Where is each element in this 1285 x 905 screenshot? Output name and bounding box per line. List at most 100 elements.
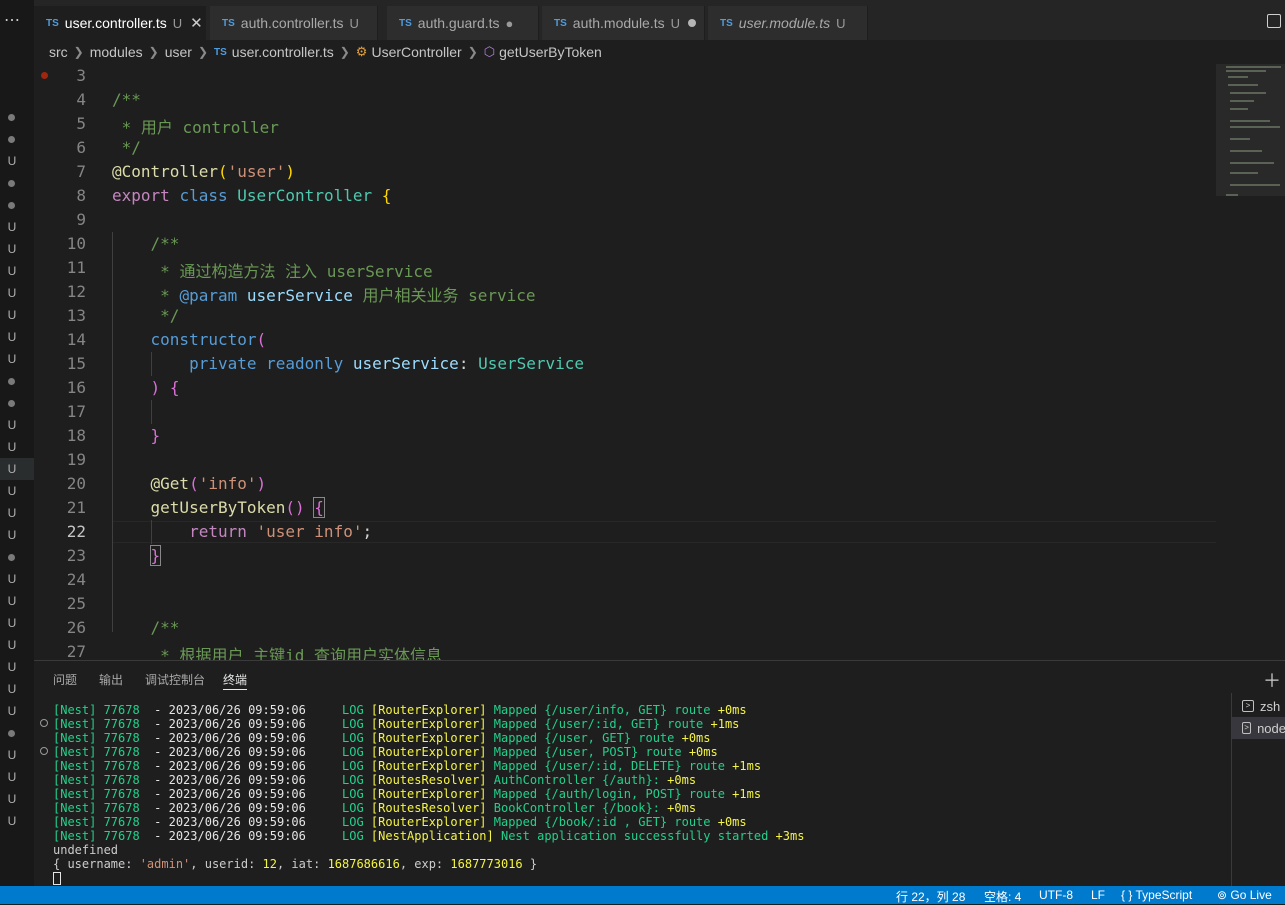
token: * 通过构造方法 注入 userService	[160, 262, 433, 281]
log-duration: +0ms	[667, 801, 697, 815]
untracked-mark[interactable]: U	[0, 506, 24, 520]
tab-user-controller[interactable]: TS user.controller.ts U ✕	[34, 6, 206, 40]
tab-debug-console[interactable]: 调试控制台	[145, 671, 205, 688]
token: userService	[246, 286, 353, 305]
log-message: Nest application successfully started	[500, 829, 769, 843]
typescript-icon: TS	[554, 17, 567, 29]
untracked-mark[interactable]: U	[0, 308, 24, 322]
cursor-position[interactable]: 行 22，列 28	[896, 888, 965, 905]
breadcrumb-item[interactable]: src	[49, 44, 68, 60]
log-pid: [Nest] 77678	[53, 801, 140, 815]
tab-output[interactable]: 输出	[99, 671, 123, 688]
code-editor[interactable]: 3 4 5 6 7 8 9 10 11 12 13 14 15 16 17 18…	[34, 64, 1216, 660]
untracked-mark[interactable]: U	[0, 616, 24, 630]
log-context: [RouterExplorer]	[370, 759, 487, 773]
untracked-mark[interactable]: U	[0, 242, 24, 256]
line-number-current: 22	[66, 522, 86, 541]
untracked-mark[interactable]: U	[0, 594, 24, 608]
untracked-mark[interactable]: U	[0, 682, 24, 696]
tab-auth-guard[interactable]: TS auth.guard.ts ●	[387, 6, 539, 40]
active-tab-indicator	[223, 689, 247, 690]
log-message: AuthController {/auth}:	[493, 773, 660, 787]
encoding[interactable]: UTF-8	[1039, 888, 1073, 902]
line-number: 6	[76, 138, 86, 157]
untracked-mark[interactable]: U	[0, 484, 24, 498]
end-of-line[interactable]: LF	[1091, 888, 1105, 902]
token: 用户相关业务 service	[362, 286, 536, 305]
tab-status: U	[836, 15, 846, 31]
go-live-button[interactable]: ⊚ Go Live	[1217, 888, 1272, 902]
log-timestamp: - 2023/06/26 09:59:06	[154, 717, 306, 731]
untracked-mark[interactable]: U	[0, 638, 24, 652]
split-editor-icon[interactable]	[1267, 14, 1281, 28]
breadcrumb-item[interactable]: getUserByToken	[499, 44, 602, 60]
untracked-mark[interactable]: U	[0, 572, 24, 586]
untracked-mark[interactable]: U	[0, 704, 24, 718]
untracked-mark[interactable]: U	[0, 220, 24, 234]
untracked-mark[interactable]: U	[0, 264, 24, 278]
code-line: * 用户 controller	[112, 114, 279, 138]
code-line: ) {	[112, 378, 180, 397]
code-line: private readonly userService: UserServic…	[112, 354, 584, 373]
log-context: [RouterExplorer]	[370, 815, 487, 829]
close-icon[interactable]: ✕	[190, 14, 203, 32]
terminal-item-node[interactable]: > node	[1232, 717, 1285, 739]
code-line: }	[112, 545, 162, 566]
code-line: getUserByToken() {	[112, 497, 325, 518]
log-duration: +0ms	[681, 731, 711, 745]
unsaved-dot-icon[interactable]	[688, 19, 697, 27]
untracked-mark[interactable]: U	[0, 462, 24, 476]
new-terminal-icon[interactable]: ＋	[1263, 667, 1281, 693]
minimap-line	[1230, 138, 1250, 140]
log-duration: +0ms	[667, 773, 697, 787]
log-level: LOG	[342, 829, 364, 843]
terminal-item-zsh[interactable]: > zsh	[1232, 695, 1285, 717]
terminal-log-line: [Nest] 77678 - 2023/06/26 09:59:06 LOG […	[53, 703, 1233, 717]
minimap-line	[1228, 84, 1258, 86]
line-number: 16	[66, 378, 86, 397]
tab-terminal[interactable]: 终端	[223, 671, 247, 688]
untracked-mark[interactable]: U	[0, 154, 24, 168]
tab-auth-module[interactable]: TS auth.module.ts U	[542, 6, 705, 40]
untracked-mark[interactable]: U	[0, 286, 24, 300]
untracked-mark[interactable]: U	[0, 440, 24, 454]
untracked-mark[interactable]: U	[0, 528, 24, 542]
language-mode[interactable]: { } TypeScript	[1121, 888, 1192, 902]
untracked-mark[interactable]: U	[0, 748, 24, 762]
breadcrumb-item[interactable]: user.controller.ts	[232, 44, 334, 60]
line-number: 12	[66, 282, 86, 301]
unchanged-dot-icon	[8, 400, 15, 407]
tab-label: auth.module.ts	[572, 15, 665, 31]
untracked-mark[interactable]: U	[0, 814, 24, 828]
untracked-mark[interactable]: U	[0, 792, 24, 806]
untracked-mark[interactable]: U	[0, 330, 24, 344]
untracked-mark[interactable]: U	[0, 418, 24, 432]
log-timestamp: - 2023/06/26 09:59:06	[154, 745, 306, 759]
breadcrumb-item[interactable]: user	[165, 44, 192, 60]
untracked-mark[interactable]: U	[0, 352, 24, 366]
more-actions-icon[interactable]: ⋯	[4, 10, 20, 30]
log-level: LOG	[342, 801, 364, 815]
terminal-output[interactable]: [Nest] 77678 - 2023/06/26 09:59:06 LOG […	[53, 703, 1233, 885]
breadcrumb-item[interactable]: UserController	[371, 44, 461, 60]
chevron-right-icon: ❯	[197, 45, 209, 59]
tab-label: auth.controller.ts	[240, 15, 344, 31]
line-number: 17	[66, 402, 86, 421]
unsaved-dot: ●	[505, 15, 514, 31]
token: UserService	[478, 354, 585, 373]
token: readonly	[266, 354, 344, 373]
untracked-mark[interactable]: U	[0, 660, 24, 674]
untracked-mark[interactable]: U	[0, 770, 24, 784]
minimap-line	[1230, 150, 1262, 152]
breadcrumb-item[interactable]: modules	[90, 44, 143, 60]
indentation[interactable]: 空格: 4	[984, 888, 1021, 905]
tab-user-module[interactable]: TS user.module.ts U	[708, 6, 868, 40]
tab-status: U	[349, 15, 359, 31]
command-decoration-icon[interactable]	[40, 747, 48, 755]
tab-auth-controller[interactable]: TS auth.controller.ts U	[210, 6, 378, 40]
minimap[interactable]	[1216, 64, 1285, 204]
log-message: Mapped {/user, POST} route	[493, 745, 682, 759]
token: }	[150, 426, 161, 445]
command-decoration-icon[interactable]	[40, 719, 48, 727]
tab-problems[interactable]: 问题	[53, 671, 77, 688]
